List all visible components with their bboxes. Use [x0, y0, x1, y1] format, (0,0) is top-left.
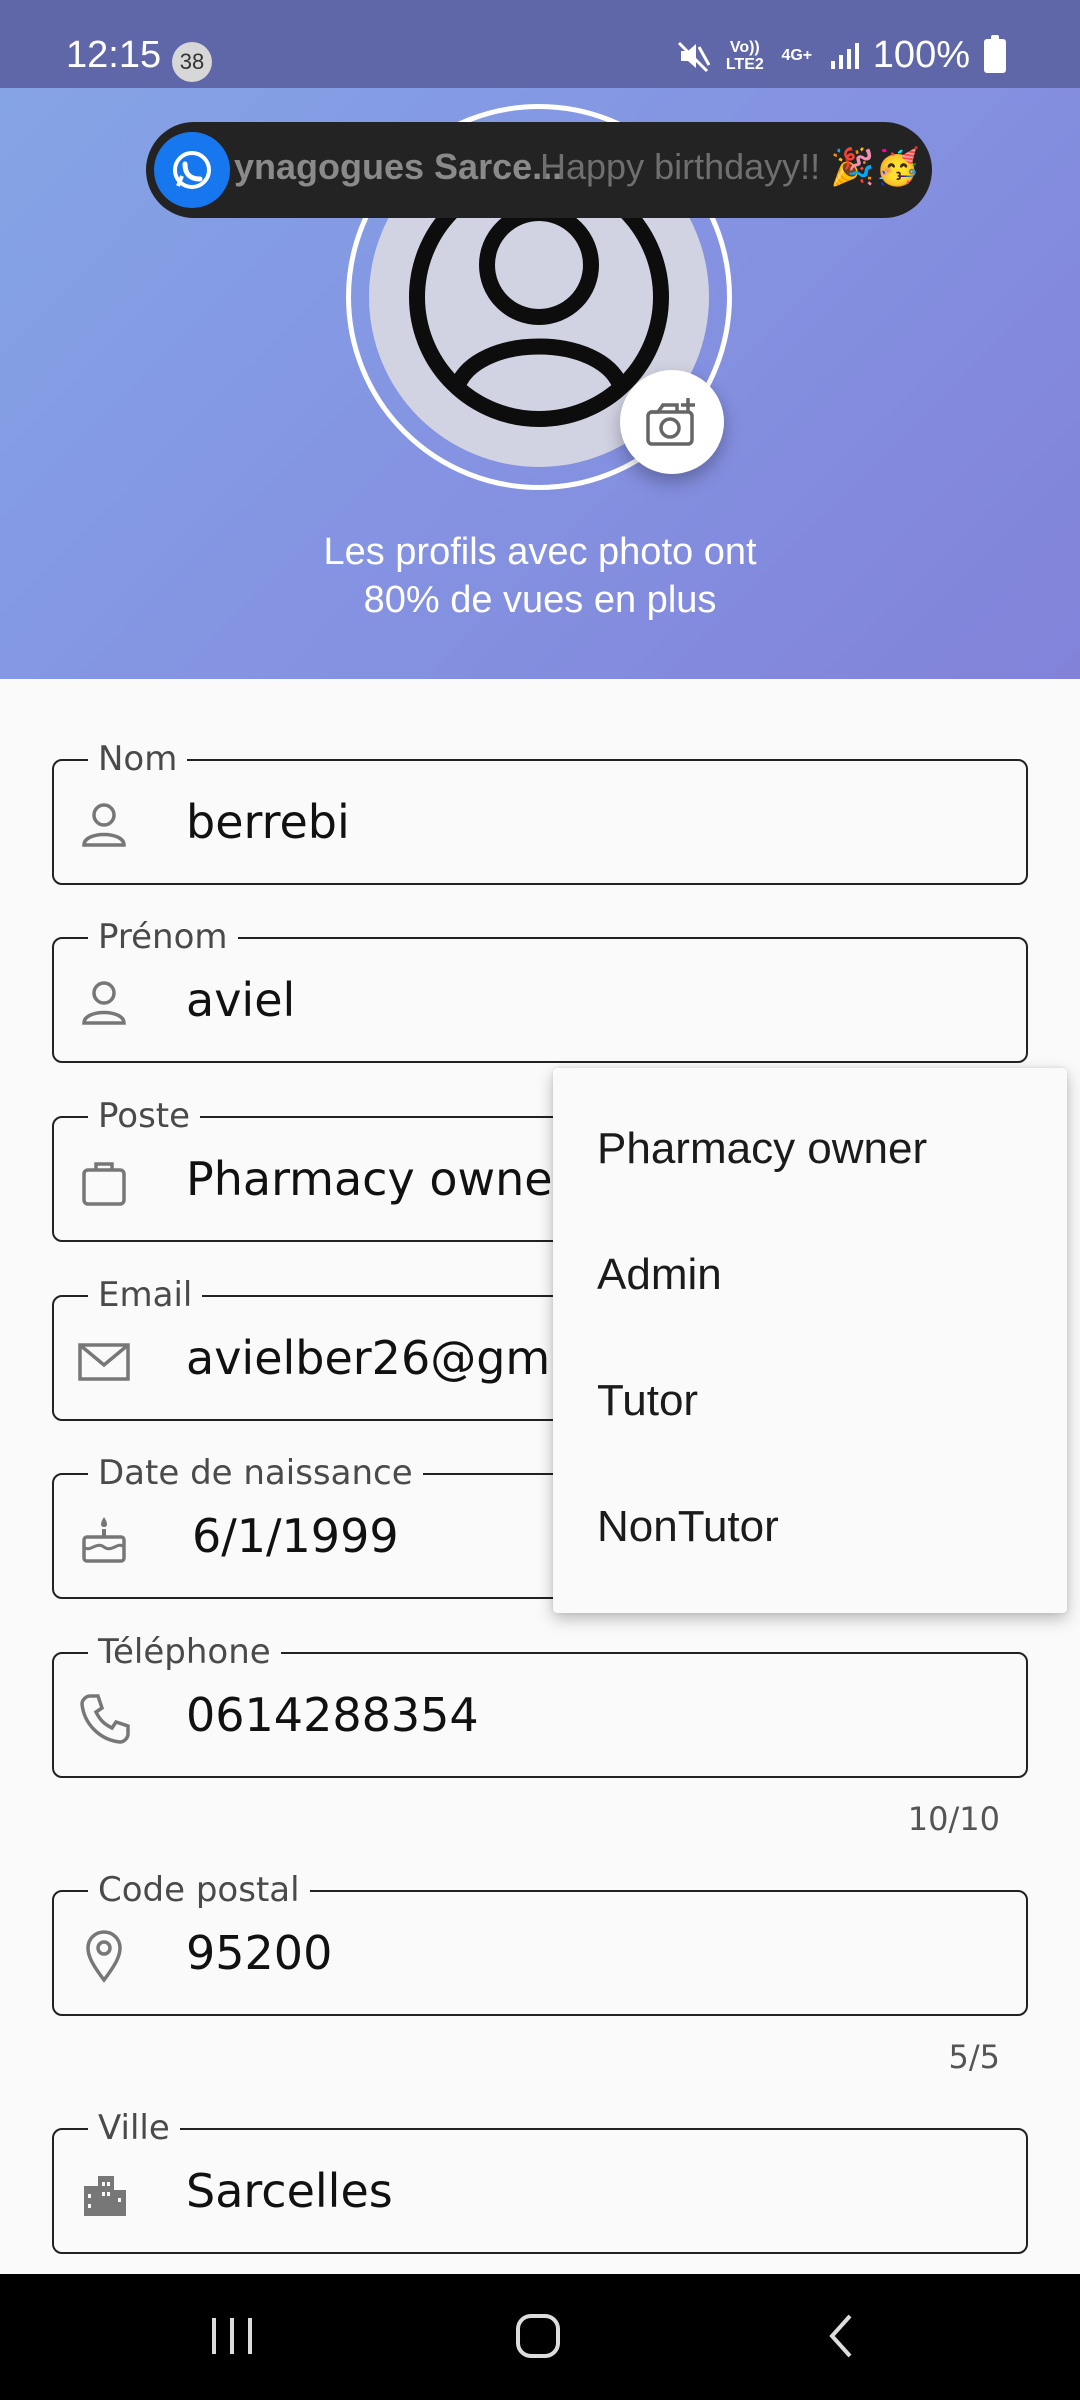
status-icons: Vo)) LTE2 4G+ 100% [677, 34, 1006, 77]
birthdate-label: Date de naissance [88, 1453, 423, 1493]
nom-field[interactable]: Nom berrebi [52, 739, 1028, 885]
phone-icon [80, 1694, 130, 1744]
phone-label: Téléphone [88, 1632, 281, 1672]
dropdown-option[interactable]: NonTutor [597, 1502, 779, 1552]
postal-code-label: Code postal [88, 1870, 310, 1910]
city-field[interactable]: Ville Sarcelles [52, 2108, 1028, 2254]
prenom-label: Prénom [88, 917, 238, 957]
battery-percent: 100% [872, 34, 970, 76]
photo-caption-line2: 80% de vues en plus [363, 579, 717, 621]
network-type-indicator: 4G+ [781, 47, 813, 64]
status-bar: 12:15 38 Vo)) LTE2 4G+ 100% [0, 0, 1080, 88]
whatsapp-icon [154, 132, 230, 208]
phone-input[interactable]: 0614288354 [186, 1688, 479, 1742]
notification-title: ynagogues Sarce... [234, 146, 563, 187]
dropdown-option[interactable]: Admin [597, 1250, 722, 1300]
home-icon[interactable] [512, 2304, 568, 2364]
dropdown-option[interactable]: Tutor [597, 1376, 698, 1426]
nom-label: Nom [88, 739, 188, 779]
photo-caption-line1: Les profils avec photo ont [323, 531, 757, 573]
postal-code-input[interactable]: 95200 [186, 1926, 332, 1980]
location-pin-icon [86, 1930, 122, 1983]
city-input[interactable]: Sarcelles [186, 2164, 393, 2218]
change-photo-button[interactable] [620, 370, 724, 474]
mail-icon [78, 1343, 130, 1381]
signal-icon [830, 42, 859, 69]
add-photo-icon [646, 398, 695, 446]
battery-icon [984, 34, 1006, 73]
recent-apps-icon[interactable] [210, 2304, 256, 2364]
poste-select[interactable]: Pharmacy owne [186, 1152, 553, 1206]
poste-dropdown-menu: Pharmacy owner Admin Tutor NonTutor [553, 1068, 1067, 1613]
phone-field[interactable]: Téléphone 0614288354 [52, 1632, 1028, 1778]
notification-popup[interactable]: ynagogues Sarce... Happy birthdayy!! 🎉🥳 [146, 122, 932, 218]
cake-icon [82, 1517, 126, 1563]
person-icon [82, 981, 126, 1025]
volte-indicator: Vo)) LTE2 [725, 38, 764, 73]
system-nav-bar [0, 2274, 1080, 2400]
postal-code-char-counter: 5/5 [948, 2038, 1001, 2076]
mute-icon [677, 41, 711, 72]
prenom-field[interactable]: Prénom aviel [52, 917, 1028, 1063]
nom-input[interactable]: berrebi [186, 795, 350, 849]
city-icon [84, 2176, 126, 2216]
notification-message: Happy birthdayy!! 🎉🥳 [540, 146, 920, 187]
prenom-input[interactable]: aviel [186, 973, 295, 1027]
status-time: 12:15 [66, 34, 162, 76]
city-label: Ville [88, 2108, 180, 2148]
postal-code-field[interactable]: Code postal 95200 [52, 1870, 1028, 2016]
notification-count-badge: 38 [172, 42, 212, 82]
dropdown-option[interactable]: Pharmacy owner [597, 1124, 927, 1174]
poste-label: Poste [88, 1096, 201, 1136]
phone-char-counter: 10/10 [907, 1800, 1000, 1838]
back-icon[interactable] [820, 2304, 860, 2364]
email-input[interactable]: avielber26@gm [186, 1331, 550, 1385]
person-icon [82, 803, 126, 847]
birthdate-input[interactable]: 6/1/1999 [192, 1509, 399, 1563]
email-label: Email [88, 1275, 203, 1315]
photo-caption: Les profils avec photo ont 80% de vues e… [0, 528, 1080, 624]
briefcase-icon [82, 1162, 126, 1206]
